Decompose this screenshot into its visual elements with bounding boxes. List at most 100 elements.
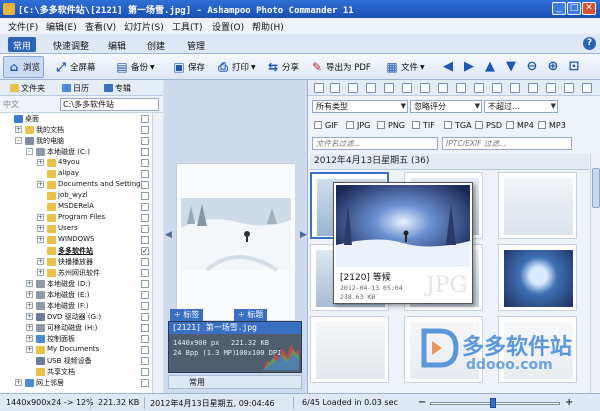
tab-albums[interactable]: 专辑 bbox=[104, 83, 131, 94]
expand-icon[interactable]: + bbox=[37, 269, 44, 276]
menu-view[interactable]: 查看(V) bbox=[85, 20, 116, 33]
fullscreen-button[interactable]: ⤢ 全屏幕 bbox=[54, 56, 95, 78]
tree-item-checkbox[interactable] bbox=[141, 236, 149, 244]
zoom-in-icon[interactable]: ⊕ bbox=[545, 59, 561, 75]
tree-item[interactable]: + 本地磁盘 (F:) bbox=[0, 301, 152, 311]
rename-icon[interactable] bbox=[492, 83, 502, 93]
tree-item[interactable]: + Program Files bbox=[0, 213, 152, 223]
path-dropdown[interactable]: C:\多多软件站 bbox=[60, 98, 159, 111]
tree-item[interactable]: alipay bbox=[0, 169, 152, 179]
filetype-checkbox[interactable] bbox=[346, 121, 354, 129]
expand-icon[interactable]: + bbox=[37, 214, 44, 221]
expand-icon[interactable]: + bbox=[26, 291, 33, 298]
tab-quick-adjust[interactable]: 快速调整 bbox=[48, 37, 94, 52]
arrow-down-icon[interactable]: ▼ bbox=[503, 59, 519, 75]
arrow-up-icon[interactable]: ▲ bbox=[482, 59, 498, 75]
arrow-left-icon[interactable]: ◀ bbox=[440, 59, 456, 75]
filetype-checkbox[interactable] bbox=[377, 121, 385, 129]
help-icon[interactable]: ? bbox=[583, 37, 596, 50]
tree-item-checkbox[interactable] bbox=[141, 170, 149, 178]
sort-icon[interactable] bbox=[348, 83, 358, 93]
tree-item-checkbox[interactable] bbox=[141, 269, 149, 277]
expand-icon[interactable]: + bbox=[37, 236, 44, 243]
tree-item-checkbox[interactable] bbox=[141, 346, 149, 354]
tree-item[interactable]: + 我的文档 bbox=[0, 125, 152, 135]
tab-common[interactable]: 常用 bbox=[8, 37, 37, 52]
add-caption-button[interactable]: + 标题 bbox=[234, 309, 268, 321]
menu-help[interactable]: 帮助(H) bbox=[252, 20, 284, 33]
filetype-checkbox[interactable] bbox=[538, 121, 546, 129]
export-pdf-button[interactable]: ✎ 导出为 PDF bbox=[310, 56, 371, 78]
common-panel-label[interactable]: 常用 bbox=[168, 375, 302, 389]
view-details-icon[interactable] bbox=[330, 83, 340, 93]
rotate-right-icon[interactable] bbox=[420, 83, 430, 93]
filetype-filter-jpg[interactable]: JPG bbox=[346, 121, 370, 130]
tree-item-checkbox[interactable] bbox=[141, 225, 149, 233]
tree-item-checkbox[interactable] bbox=[141, 324, 149, 332]
expand-icon[interactable]: + bbox=[37, 258, 44, 265]
tree-item-checkbox[interactable] bbox=[141, 258, 149, 266]
tree-item[interactable]: +49you bbox=[0, 158, 152, 168]
tree-item[interactable]: + 快播播放器 bbox=[0, 257, 152, 267]
tree-item-checkbox[interactable] bbox=[141, 379, 149, 387]
move-icon[interactable] bbox=[456, 83, 466, 93]
thumbnail-item[interactable] bbox=[498, 172, 577, 239]
tree-item-checkbox[interactable]: ✓ bbox=[141, 247, 149, 255]
delete-icon[interactable] bbox=[474, 83, 484, 93]
expand-icon[interactable]: + bbox=[37, 159, 44, 166]
browse-button[interactable]: ⌂ 浏览 bbox=[3, 56, 45, 78]
fit-icon[interactable]: ⊡ bbox=[566, 59, 582, 75]
file-button[interactable]: ▦ 文件 ▼ bbox=[385, 56, 424, 78]
menu-edit[interactable]: 编辑(E) bbox=[46, 20, 77, 33]
tab-create[interactable]: 创建 bbox=[142, 37, 170, 52]
tree-item-checkbox[interactable] bbox=[141, 115, 149, 123]
tree-item-checkbox[interactable] bbox=[141, 280, 149, 288]
tree-item[interactable]: + Documents and Settings bbox=[0, 180, 152, 190]
copy-icon[interactable] bbox=[438, 83, 448, 93]
tree-item-checkbox[interactable] bbox=[141, 181, 149, 189]
filetype-checkbox[interactable] bbox=[314, 121, 322, 129]
select-all-icon[interactable] bbox=[384, 83, 394, 93]
tree-item-checkbox[interactable] bbox=[141, 159, 149, 167]
group-header[interactable]: 2012年4月13日星期五 (36) bbox=[310, 154, 589, 170]
filetype-checkbox[interactable] bbox=[412, 121, 420, 129]
refresh-icon[interactable] bbox=[546, 83, 556, 93]
share-button[interactable]: ⇆ 分享 bbox=[266, 56, 299, 78]
tree-item-checkbox[interactable] bbox=[141, 137, 149, 145]
tree-item[interactable]: + 网上邻居 bbox=[0, 378, 152, 388]
tree-item[interactable]: + 本地磁盘 (E:) bbox=[0, 290, 152, 300]
tree-item[interactable]: + Users bbox=[0, 224, 152, 234]
tree-item-checkbox[interactable] bbox=[141, 335, 149, 343]
tab-folders[interactable]: 文件夹 bbox=[10, 83, 45, 94]
scrollbar-thumb[interactable] bbox=[592, 168, 600, 208]
arrow-right-icon[interactable]: ▶ bbox=[461, 59, 477, 75]
filetype-checkbox[interactable] bbox=[444, 121, 452, 129]
tree-item[interactable]: MSDERelA bbox=[0, 202, 152, 212]
menu-slideshow[interactable]: 幻灯片(S) bbox=[124, 20, 164, 33]
tree-item-checkbox[interactable] bbox=[141, 126, 149, 134]
save-button[interactable]: ▣ 保存 bbox=[172, 56, 205, 78]
view-list-icon[interactable] bbox=[314, 83, 324, 93]
tree-item[interactable]: 共享文档 bbox=[0, 367, 152, 377]
thumbnail-item[interactable] bbox=[310, 316, 389, 383]
backup-button[interactable]: ▤ 备份 ▼ bbox=[115, 56, 154, 78]
expand-icon[interactable]: + bbox=[26, 313, 33, 320]
expand-icon[interactable]: + bbox=[26, 346, 33, 353]
tree-item-checkbox[interactable] bbox=[141, 302, 149, 310]
iptc-filter-input[interactable]: IPTC/EXIF 过滤... bbox=[442, 137, 572, 150]
tree-item-checkbox[interactable] bbox=[141, 313, 149, 321]
expand-icon[interactable]: + bbox=[26, 280, 33, 287]
filetype-filter-tif[interactable]: TIF bbox=[412, 121, 435, 130]
expand-icon[interactable]: + bbox=[15, 126, 22, 133]
tag-icon[interactable] bbox=[528, 83, 538, 93]
maximize-button[interactable]: □ bbox=[567, 2, 581, 15]
filetype-checkbox[interactable] bbox=[506, 121, 514, 129]
tree-item[interactable]: - 我的电脑 bbox=[0, 136, 152, 146]
expand-icon[interactable]: + bbox=[26, 302, 33, 309]
tree-item-checkbox[interactable] bbox=[141, 148, 149, 156]
menu-file[interactable]: 文件(F) bbox=[8, 20, 38, 33]
filetype-checkbox[interactable] bbox=[475, 121, 483, 129]
tab-manage[interactable]: 管理 bbox=[182, 37, 210, 52]
zoom-in-button[interactable]: + bbox=[565, 397, 573, 408]
date-filter-select[interactable]: 不超过... ▼ bbox=[484, 100, 558, 113]
